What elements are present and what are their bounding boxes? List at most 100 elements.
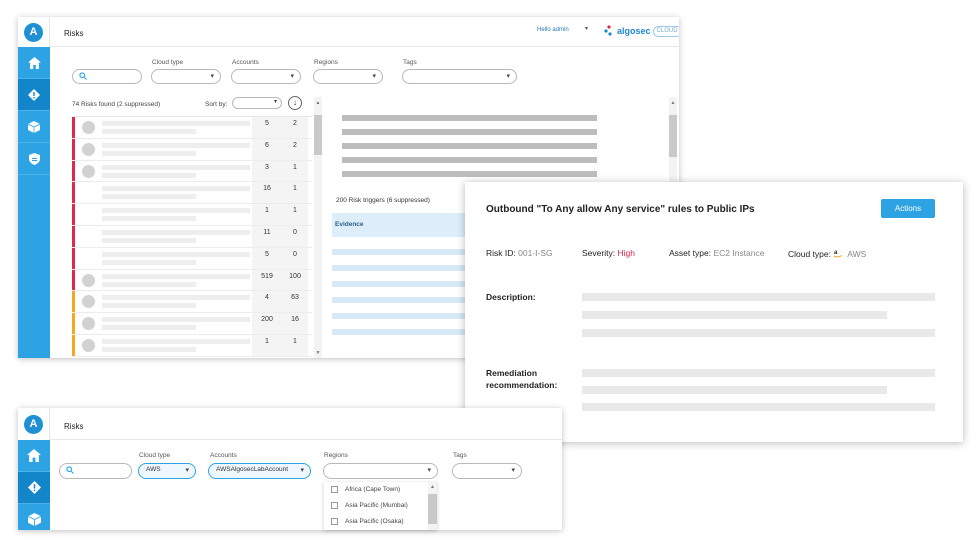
- page-title: Risks: [64, 422, 84, 431]
- risk-count-b: 100: [289, 272, 301, 280]
- accounts-select[interactable]: ▾: [231, 69, 301, 84]
- user-menu-caret-icon[interactable]: ▾: [585, 25, 588, 32]
- severity-indicator: [72, 269, 75, 291]
- scroll-down-icon[interactable]: ▼: [314, 350, 322, 356]
- sidebar-item-assets[interactable]: [18, 111, 50, 143]
- tags-select[interactable]: ▾: [402, 69, 517, 84]
- description-placeholder: [582, 311, 887, 319]
- risk-row[interactable]: 16 1: [72, 182, 312, 205]
- sort-select[interactable]: ▾: [232, 97, 282, 109]
- regions-dropdown-scrollbar[interactable]: ▲: [428, 482, 437, 530]
- risk-row[interactable]: 4 63: [72, 291, 312, 314]
- severity-indicator: [72, 160, 75, 182]
- app-logo[interactable]: A: [18, 408, 50, 440]
- region-option[interactable]: Africa (Cape Town): [324, 482, 427, 498]
- risk-row[interactable]: 52: [72, 117, 312, 139]
- severity-indicator: [72, 291, 75, 313]
- scroll-up-icon[interactable]: ▲: [314, 100, 322, 106]
- brand-suffix: CLOUD: [652, 25, 679, 37]
- placeholder-line: [102, 208, 250, 214]
- brand-name: algosec: [617, 26, 651, 36]
- sidebar-item-home[interactable]: [18, 47, 50, 79]
- asset-type-label: Asset type:: [669, 248, 712, 258]
- checkbox[interactable]: [331, 518, 338, 525]
- sidebar-item-risks[interactable]: [18, 472, 50, 504]
- placeholder-line: [102, 259, 196, 265]
- svg-text:a: a: [834, 250, 838, 256]
- regions-label: Regions: [314, 59, 338, 66]
- remediation-placeholder: [582, 386, 887, 394]
- risk-row[interactable]: 50: [72, 247, 312, 270]
- risk-row[interactable]: 519 100: [72, 269, 312, 292]
- scroll-thumb[interactable]: [428, 494, 437, 524]
- accounts-select[interactable]: AWSAlgosecLabAccount ▾: [208, 463, 311, 479]
- risk-list-scrollbar[interactable]: ▲ ▼: [314, 97, 322, 358]
- region-option[interactable]: Asia Pacific (Osaka): [324, 514, 427, 530]
- algosec-swirl-icon: [603, 24, 615, 38]
- severity-indicator: [72, 138, 75, 160]
- cloud-type-select[interactable]: AWS ▾: [138, 463, 196, 479]
- sidebar-item-policies[interactable]: [18, 143, 50, 175]
- risk-count-b: 2: [293, 141, 297, 149]
- sidebar-item-home[interactable]: [18, 440, 50, 472]
- risk-count-a: 4: [265, 294, 269, 302]
- status-dot-icon: [82, 273, 95, 287]
- actions-button[interactable]: Actions: [881, 199, 935, 218]
- risk-row[interactable]: 11: [72, 334, 312, 357]
- cloud-type-select[interactable]: ▾: [151, 69, 221, 84]
- regions-dropdown: Africa (Cape Town) Asia Pacific (Mumbai)…: [324, 482, 437, 530]
- app-logo[interactable]: A: [18, 17, 50, 47]
- region-option-label: Asia Pacific (Mumbai): [345, 502, 408, 509]
- search-input[interactable]: [72, 69, 142, 84]
- tags-select[interactable]: ▾: [452, 463, 522, 479]
- risk-id-label: Risk ID:: [486, 248, 516, 258]
- sidebar-item-assets[interactable]: [18, 504, 50, 530]
- chevron-down-icon: ▾: [210, 73, 214, 80]
- aws-logo-icon: a: [834, 250, 843, 258]
- risk-count-a: 5: [265, 120, 269, 127]
- arrow-down-icon: ↓: [293, 98, 297, 107]
- checkbox[interactable]: [331, 502, 338, 509]
- region-option-label: Asia Pacific (Osaka): [345, 518, 404, 525]
- risk-count-b: 2: [293, 120, 297, 127]
- user-greeting[interactable]: Hello admin: [537, 27, 569, 33]
- scroll-thumb[interactable]: [669, 115, 677, 157]
- risk-count-b: 16: [291, 316, 299, 324]
- checkbox[interactable]: [331, 486, 338, 493]
- regions-select[interactable]: ▾: [323, 463, 438, 479]
- risk-id-field: Risk ID: 001-I-SG: [486, 248, 553, 258]
- severity-label: Severity:: [582, 248, 616, 258]
- risk-row[interactable]: 200 16: [72, 313, 312, 335]
- tags-label: Tags: [453, 452, 467, 459]
- risk-count-a: 6: [265, 141, 269, 149]
- risk-count-b: 1: [293, 185, 297, 193]
- algosec-logo-icon: A: [24, 22, 43, 42]
- severity-indicator: [72, 313, 75, 334]
- region-option[interactable]: Asia Pacific (Mumbai): [324, 498, 427, 514]
- scroll-up-icon[interactable]: ▲: [428, 484, 437, 490]
- risk-count-b: 1: [293, 163, 297, 171]
- regions-select[interactable]: ▾: [313, 69, 383, 84]
- evidence-column-label: Evidence: [335, 221, 364, 228]
- risk-count-b: 1: [293, 207, 297, 215]
- risk-row[interactable]: 11 0: [72, 225, 312, 248]
- alert-diamond-icon: [27, 481, 41, 494]
- status-dot-icon: [82, 142, 95, 156]
- risk-row[interactable]: 62: [72, 138, 312, 161]
- risk-row[interactable]: 31: [72, 160, 312, 183]
- scroll-up-icon[interactable]: ▲: [669, 100, 677, 106]
- search-input[interactable]: [59, 463, 132, 479]
- risk-count-a: 3: [265, 163, 269, 171]
- asset-type-value: EC2 Instance: [713, 248, 765, 258]
- severity-indicator: [72, 117, 75, 138]
- scroll-thumb[interactable]: [314, 115, 322, 155]
- placeholder-line: [102, 142, 250, 148]
- sidebar-item-risks[interactable]: [18, 79, 50, 111]
- severity-field: Severity: High: [582, 248, 635, 258]
- chevron-down-icon: ▾: [290, 73, 294, 80]
- risk-row[interactable]: 11: [72, 204, 312, 226]
- placeholder-line: [102, 338, 250, 344]
- chevron-down-icon: ▾: [185, 467, 189, 474]
- accounts-label: Accounts: [232, 59, 259, 66]
- sort-direction-button[interactable]: ↓: [288, 96, 302, 110]
